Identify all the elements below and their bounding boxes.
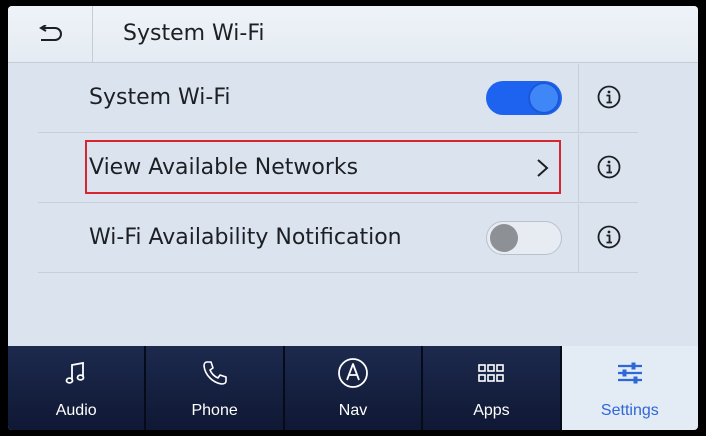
row-view-available-networks[interactable]: View Available Networks [38, 134, 638, 203]
tab-nav-label: Nav [338, 402, 368, 419]
page-title: System Wi-Fi [123, 21, 265, 46]
tab-phone[interactable]: Phone [146, 346, 285, 430]
row-divider [578, 134, 579, 202]
tab-nav[interactable]: Nav [285, 346, 424, 430]
phone-icon [202, 361, 227, 385]
view-networks-label: View Available Networks [89, 155, 359, 180]
settings-screen: System Wi-Fi System Wi-Fi View Available… [8, 6, 698, 430]
info-icon[interactable] [597, 225, 621, 249]
wifi-notification-toggle[interactable] [486, 221, 562, 255]
header-bar: System Wi-Fi [8, 6, 698, 63]
tab-settings[interactable]: Settings [561, 346, 698, 430]
tab-apps-label: Apps [473, 402, 510, 419]
system-wifi-toggle[interactable] [486, 81, 562, 115]
info-icon[interactable] [597, 85, 621, 109]
tab-audio[interactable]: Audio [8, 346, 147, 430]
toggle-knob [490, 224, 518, 252]
chevron-right-icon [537, 159, 549, 177]
system-wifi-label: System Wi-Fi [89, 85, 231, 110]
tab-phone-label: Phone [191, 402, 238, 419]
info-icon[interactable] [597, 155, 621, 179]
row-divider [578, 64, 579, 132]
bottom-tab-bar: Audio Phone Nav Apps Settings [8, 346, 698, 430]
settings-sliders-icon [617, 362, 642, 384]
back-arrow-icon [39, 25, 62, 41]
back-button[interactable] [8, 6, 93, 62]
tab-settings-label: Settings [600, 402, 659, 419]
tab-audio-label: Audio [55, 402, 97, 419]
row-wifi-availability-notification: Wi-Fi Availability Notification [38, 204, 638, 273]
row-system-wifi: System Wi-Fi [38, 64, 638, 133]
music-note-icon [65, 361, 85, 384]
row-divider [578, 204, 579, 272]
navigation-icon [338, 358, 368, 388]
wifi-notification-label: Wi-Fi Availability Notification [89, 225, 402, 250]
tab-apps[interactable]: Apps [423, 346, 562, 430]
toggle-knob [530, 84, 558, 112]
apps-grid-icon [478, 364, 505, 382]
